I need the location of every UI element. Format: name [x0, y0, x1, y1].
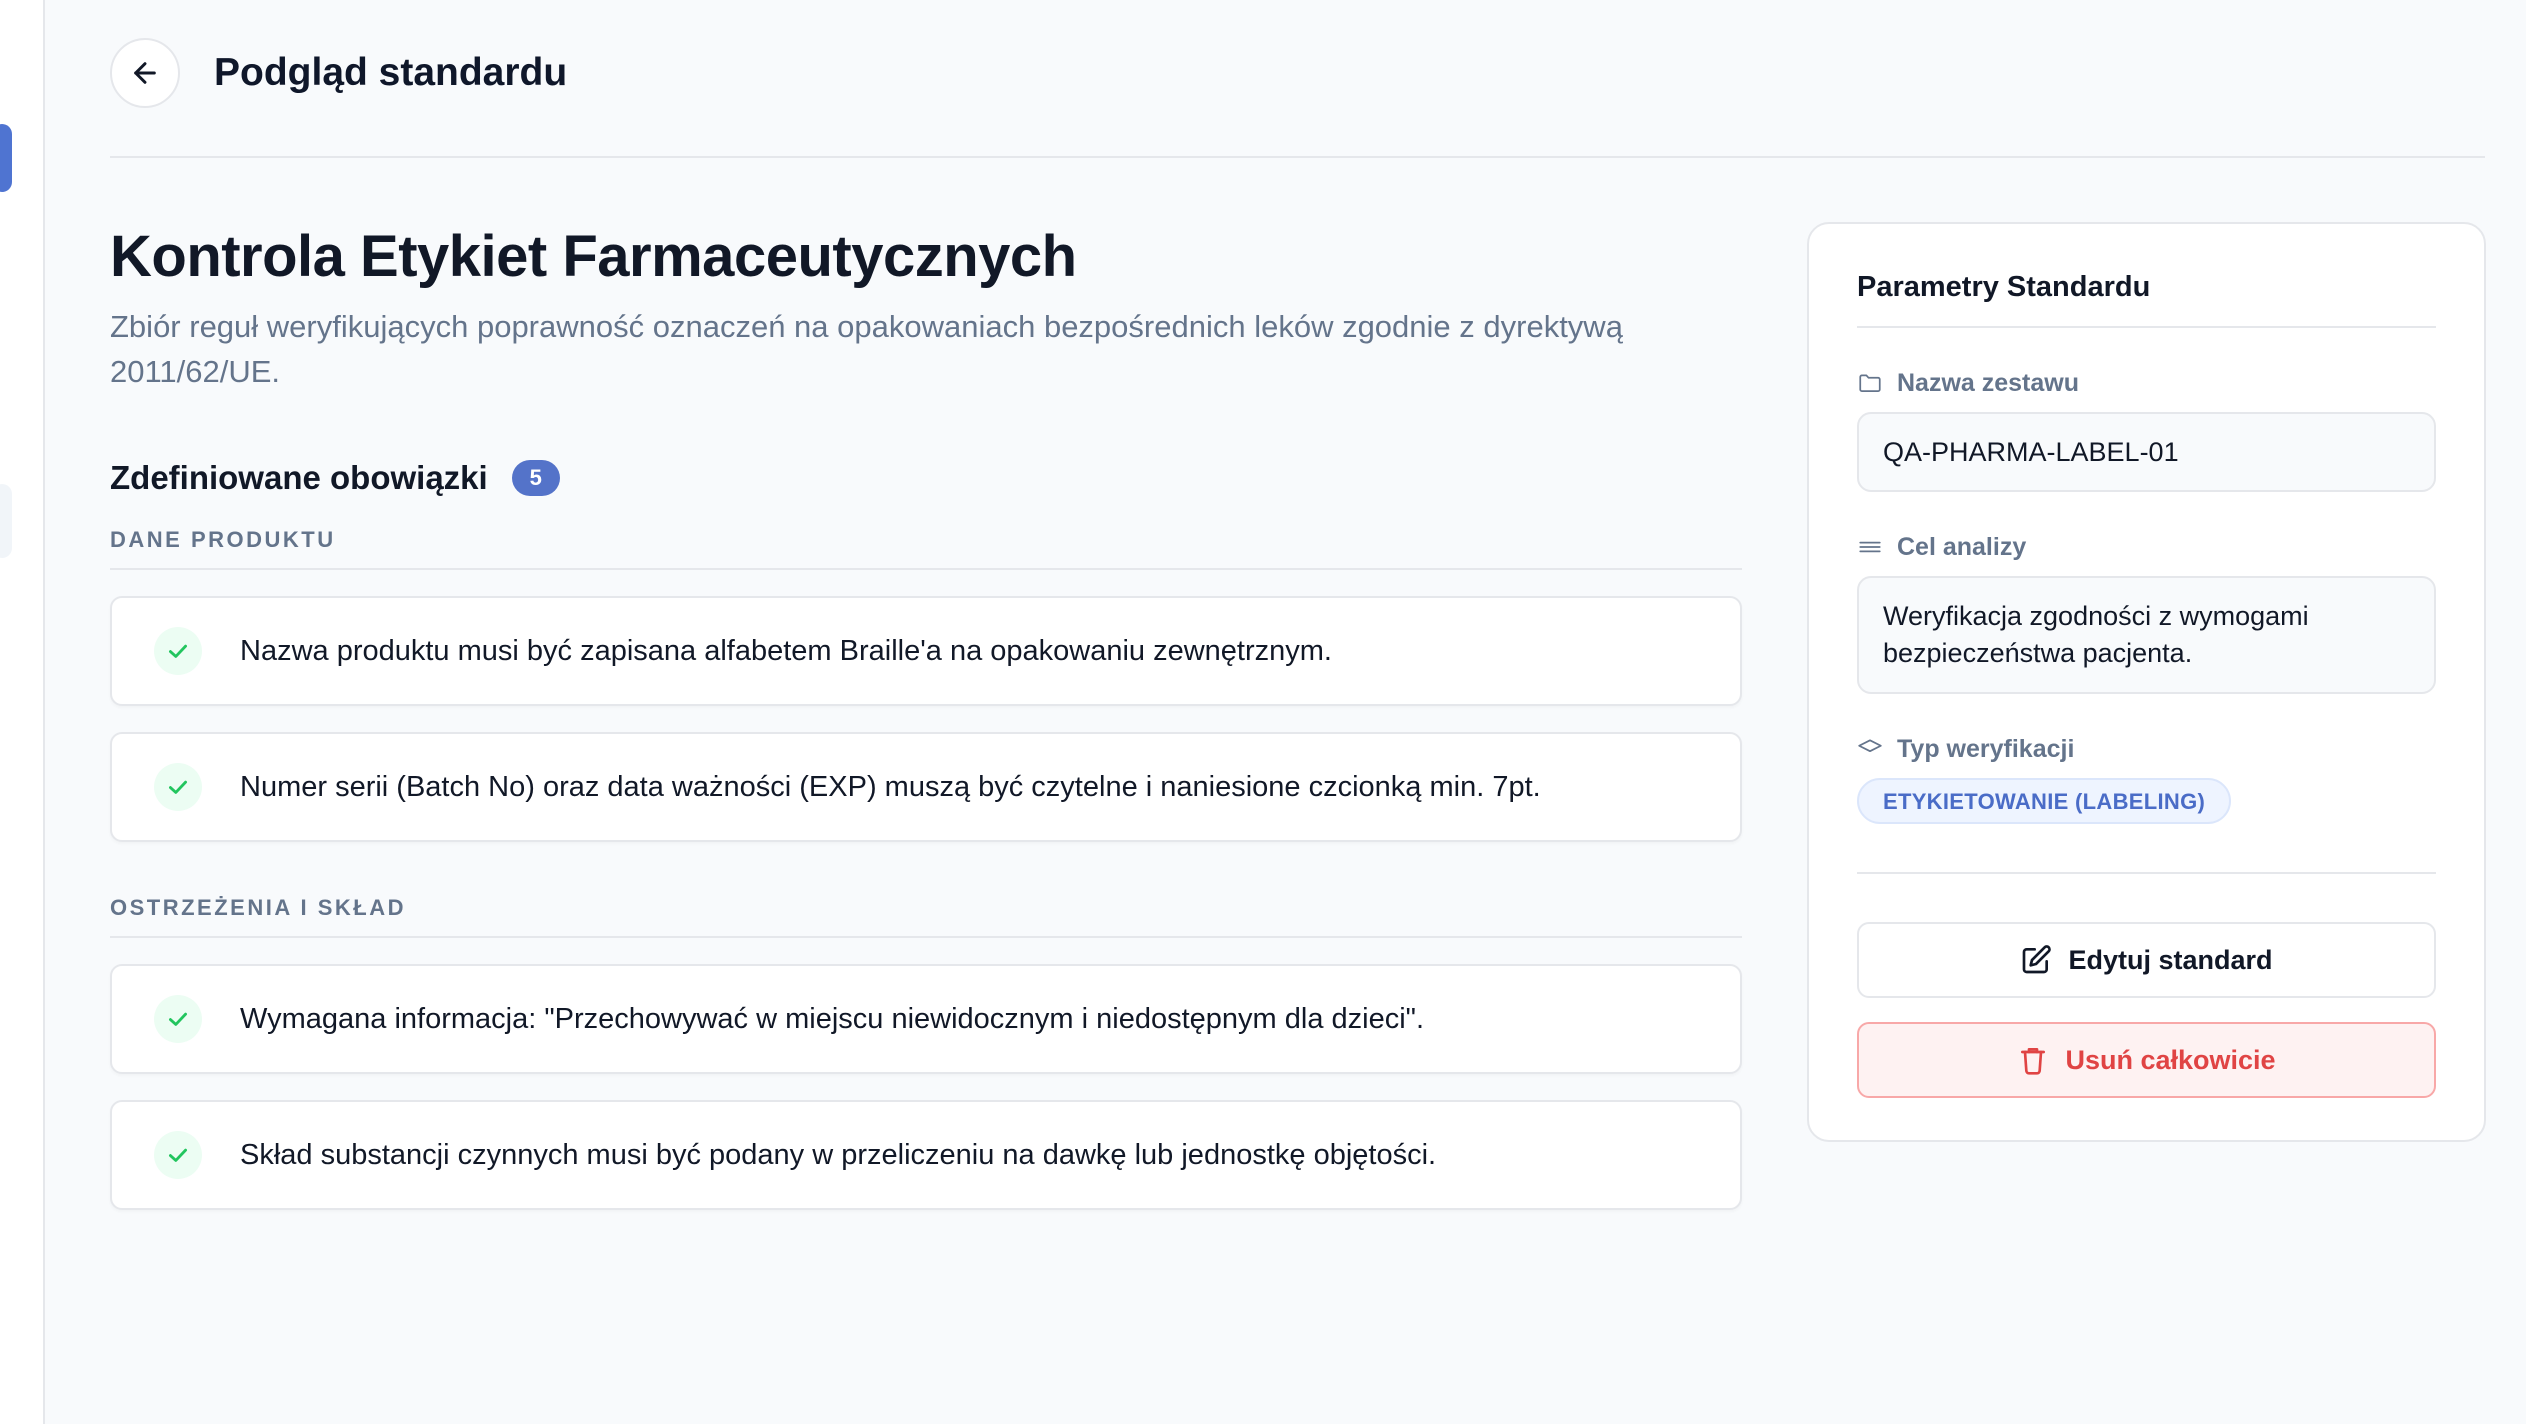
- obligation-text: Wymagana informacja: "Przechowywać w mie…: [240, 1002, 1425, 1035]
- standard-title: Kontrola Etykiet Farmaceutycznych: [110, 224, 1077, 289]
- set-name-value: QA-PHARMA-LABEL-01: [1857, 412, 2436, 492]
- obligation-text: Nazwa produktu musi być zapisana alfabet…: [240, 634, 1332, 667]
- obligations-header: Zdefiniowane obowiązki 5: [110, 456, 1742, 500]
- obligation-text: Numer serii (Batch No) oraz data ważnośc…: [240, 770, 1541, 803]
- group-title: OSTRZEŻENIA I SKŁAD: [110, 894, 1742, 938]
- sidebar-item[interactable]: [0, 484, 12, 558]
- sidebar-item-active[interactable]: [0, 124, 12, 192]
- check-icon: [154, 627, 202, 675]
- group-title: DANE PRODUKTU: [110, 526, 1742, 570]
- goal-label: Cel analizy: [1857, 532, 2436, 562]
- folder-icon: [1859, 374, 1881, 392]
- trash-icon: [2021, 1048, 2046, 1075]
- back-button[interactable]: [110, 38, 180, 108]
- check-icon: [154, 995, 202, 1043]
- check-icon: [154, 1131, 202, 1179]
- type-label: Typ weryfikacji: [1857, 734, 2436, 764]
- page-header: Podgląd standardu: [110, 38, 2485, 158]
- set-name-label: Nazwa zestawu: [1857, 368, 2436, 398]
- obligation-item: Wymagana informacja: "Przechowywać w mie…: [110, 964, 1742, 1074]
- obligations-label: Zdefiniowane obowiązki: [110, 459, 488, 496]
- obligation-item: Numer serii (Batch No) oraz data ważnośc…: [110, 732, 1742, 842]
- standard-parameters-panel: Parametry Standardu Nazwa zestawu QA-PHA…: [1807, 222, 2486, 1142]
- obligation-text: Skład substancji czynnych musi być podan…: [240, 1138, 1437, 1171]
- arrow-left-icon: [134, 62, 156, 84]
- sidebar: [0, 0, 45, 1424]
- tag-icon: [1858, 739, 1882, 753]
- obligation-item: Nazwa produktu musi być zapisana alfabet…: [110, 596, 1742, 706]
- obligation-item: Skład substancji czynnych musi być podan…: [110, 1100, 1742, 1210]
- delete-standard-button[interactable]: Usuń całkowicie: [1857, 1022, 2436, 1098]
- obligation-group-product-data: DANE PRODUKTU Nazwa produktu musi być za…: [110, 526, 1742, 842]
- check-icon: [154, 763, 202, 811]
- panel-divider: [1857, 872, 2436, 874]
- goal-value: Weryfikacja zgodności z wymogami bezpiec…: [1857, 576, 2436, 694]
- obligations-count-badge: 5: [511, 460, 560, 496]
- obligation-group-warnings: OSTRZEŻENIA I SKŁAD Wymagana informacja:…: [110, 894, 1742, 1210]
- page-title: Podgląd standardu: [214, 51, 568, 94]
- verification-type-badge: ETYKIETOWANIE (LABELING): [1857, 778, 2232, 824]
- panel-title: Parametry Standardu: [1857, 270, 2436, 328]
- standard-description: Zbiór reguł weryfikujących poprawność oz…: [110, 309, 1623, 389]
- lines-icon: [1859, 541, 1881, 553]
- main-content: Kontrola Etykiet Farmaceutycznych Zbiór …: [110, 222, 1742, 1210]
- pencil-square-icon: [2023, 945, 2052, 974]
- edit-standard-button[interactable]: Edytuj standard: [1857, 922, 2436, 998]
